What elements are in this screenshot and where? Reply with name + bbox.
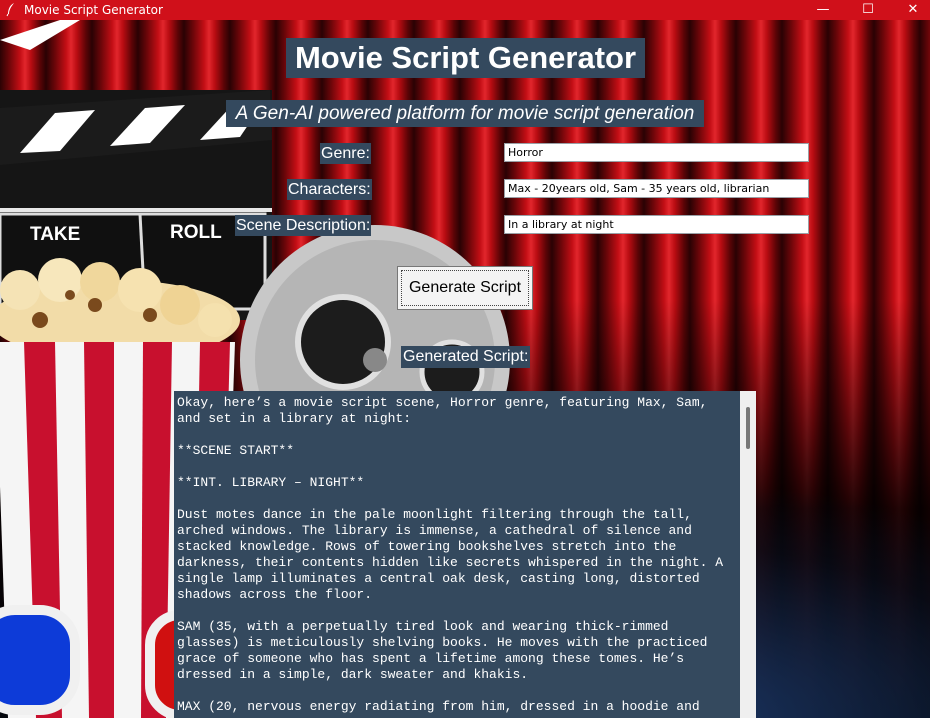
window-titlebar: Movie Script Generator — ☐ ✕	[0, 0, 930, 20]
clapper-take-text: TAKE	[30, 224, 80, 245]
generated-script-textbox[interactable]: Okay, here’s a movie script scene, Horro…	[174, 391, 740, 718]
characters-label: Characters:	[287, 179, 372, 200]
close-button[interactable]: ✕	[890, 0, 930, 20]
characters-input[interactable]	[504, 179, 809, 198]
script-paragraph: **SCENE START**	[177, 443, 295, 458]
generated-script-label: Generated Script:	[401, 346, 531, 368]
window-title: Movie Script Generator	[24, 3, 163, 17]
genre-input[interactable]	[504, 143, 809, 162]
generate-script-label: Generate Script	[408, 279, 522, 296]
script-paragraph: Dust motes dance in the pale moonlight f…	[177, 507, 724, 602]
script-scrollbar[interactable]	[740, 391, 756, 718]
scrollbar-thumb[interactable]	[746, 407, 750, 449]
feather-icon	[6, 3, 14, 17]
script-paragraph: Okay, here’s a movie script scene, Horro…	[177, 395, 708, 426]
script-paragraph: MAX (20, nervous energy radiating from h…	[177, 699, 700, 714]
script-paragraph: **INT. LIBRARY – NIGHT**	[177, 475, 365, 490]
script-paragraph: SAM (35, with a perpetually tired look a…	[177, 619, 708, 682]
page-subtitle: A Gen-AI powered platform for movie scri…	[226, 100, 704, 127]
minimize-button[interactable]: —	[800, 0, 846, 20]
page-title: Movie Script Generator	[286, 38, 645, 78]
generate-script-button[interactable]: Generate Script	[397, 266, 533, 310]
scene-description-input[interactable]	[504, 215, 809, 234]
maximize-button[interactable]: ☐	[845, 0, 891, 20]
genre-label: Genre:	[320, 143, 371, 164]
clapper-roll-text: ROLL	[170, 222, 222, 243]
scene-description-label: Scene Description:	[235, 215, 372, 236]
